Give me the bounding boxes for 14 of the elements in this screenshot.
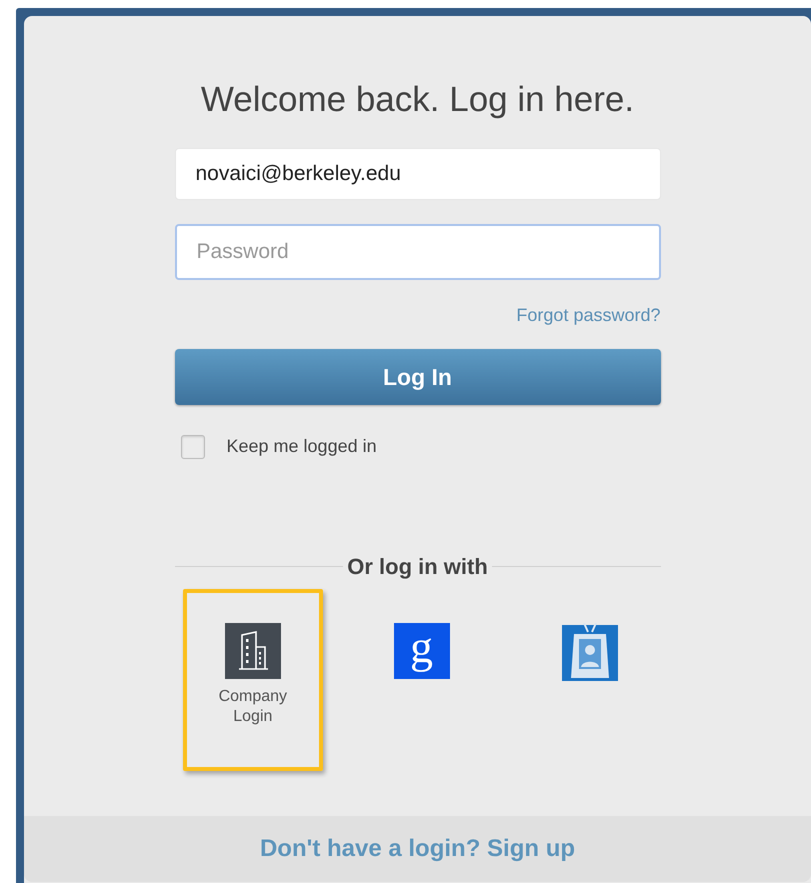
- divider-label: Or log in with: [346, 553, 489, 581]
- password-field[interactable]: Password: [174, 224, 660, 280]
- email-field[interactable]: novaici@berkeley.edu: [174, 148, 660, 200]
- building-icon: [224, 623, 281, 679]
- log-in-button[interactable]: Log In: [174, 349, 660, 405]
- sign-up-prompt: Don't have a login? Sign up: [260, 834, 576, 864]
- keep-logged-in-checkbox[interactable]: [180, 434, 204, 458]
- google-icon: g: [394, 623, 450, 679]
- provider-label: Company Login: [218, 687, 288, 727]
- keep-logged-in-label: Keep me logged in: [226, 435, 377, 458]
- id-badge-icon: [562, 623, 618, 681]
- page-title: Welcome back. Log in here.: [200, 79, 634, 121]
- login-provider-tile[interactable]: g: [351, 589, 492, 771]
- login-provider-tile[interactable]: Company Login: [182, 589, 324, 771]
